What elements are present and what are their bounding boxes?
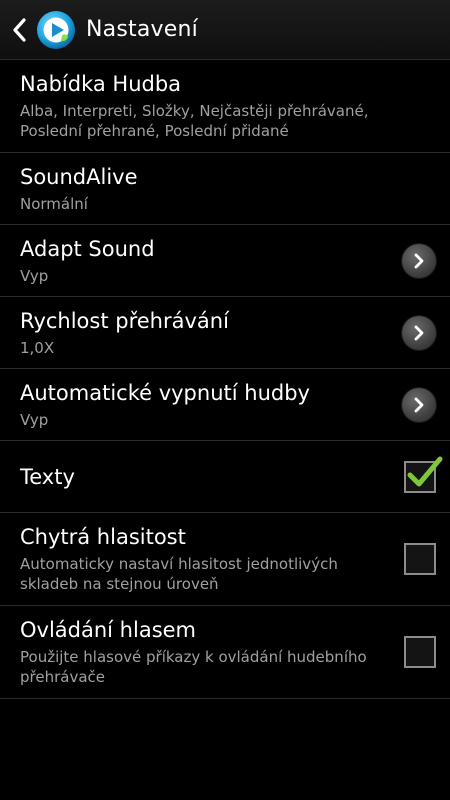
- setting-title: Texty: [20, 464, 75, 489]
- setting-summary: Vyp: [20, 266, 49, 285]
- setting-title: SoundAlive: [20, 164, 138, 189]
- setting-music-menu[interactable]: Nabídka Hudba Alba, Interpreti, Složky, …: [0, 60, 450, 153]
- action-bar: Nastavení: [0, 0, 450, 60]
- back-icon[interactable]: [8, 15, 30, 45]
- setting-summary: Automaticky nastaví hlasitost jednotlivý…: [20, 555, 338, 593]
- setting-summary: Použijte hlasové příkazy k ovládání hude…: [20, 648, 367, 686]
- setting-title: Ovládání hlasem: [20, 618, 197, 642]
- setting-smart-volume[interactable]: Chytrá hlasitost Automaticky nastaví hla…: [0, 513, 450, 606]
- setting-title: Rychlost přehrávání: [20, 308, 229, 333]
- music-player-app-icon: [36, 10, 76, 50]
- chevron-right-icon[interactable]: [402, 315, 436, 350]
- setting-summary: Vyp: [20, 410, 49, 429]
- page-title: Nastavení: [86, 17, 198, 42]
- setting-auto-off-music[interactable]: Automatické vypnutí hudby Vyp: [0, 369, 450, 441]
- setting-summary: 1,0X: [20, 338, 55, 357]
- checkmark-icon: [407, 456, 443, 486]
- chevron-right-icon[interactable]: [402, 387, 436, 422]
- setting-summary: Normální: [20, 194, 88, 213]
- setting-title: Chytrá hlasitost: [20, 525, 186, 549]
- chevron-right-icon[interactable]: [402, 243, 436, 278]
- settings-list: Nabídka Hudba Alba, Interpreti, Složky, …: [0, 60, 450, 699]
- setting-title: Adapt Sound: [20, 236, 155, 261]
- setting-lyrics[interactable]: Texty: [0, 441, 450, 513]
- smart-volume-checkbox[interactable]: [404, 543, 436, 575]
- setting-title: Automatické vypnutí hudby: [20, 380, 310, 405]
- lyrics-checkbox[interactable]: [404, 456, 443, 493]
- setting-adapt-sound[interactable]: Adapt Sound Vyp: [0, 225, 450, 297]
- setting-title: Nabídka Hudba: [20, 72, 182, 96]
- setting-voice-control[interactable]: Ovládání hlasem Použijte hlasové příkazy…: [0, 606, 450, 699]
- setting-summary: Alba, Interpreti, Složky, Nejčastěji pře…: [20, 102, 369, 140]
- setting-playback-speed[interactable]: Rychlost přehrávání 1,0X: [0, 297, 450, 369]
- voice-control-checkbox[interactable]: [404, 636, 436, 668]
- setting-soundalive[interactable]: SoundAlive Normální: [0, 153, 450, 225]
